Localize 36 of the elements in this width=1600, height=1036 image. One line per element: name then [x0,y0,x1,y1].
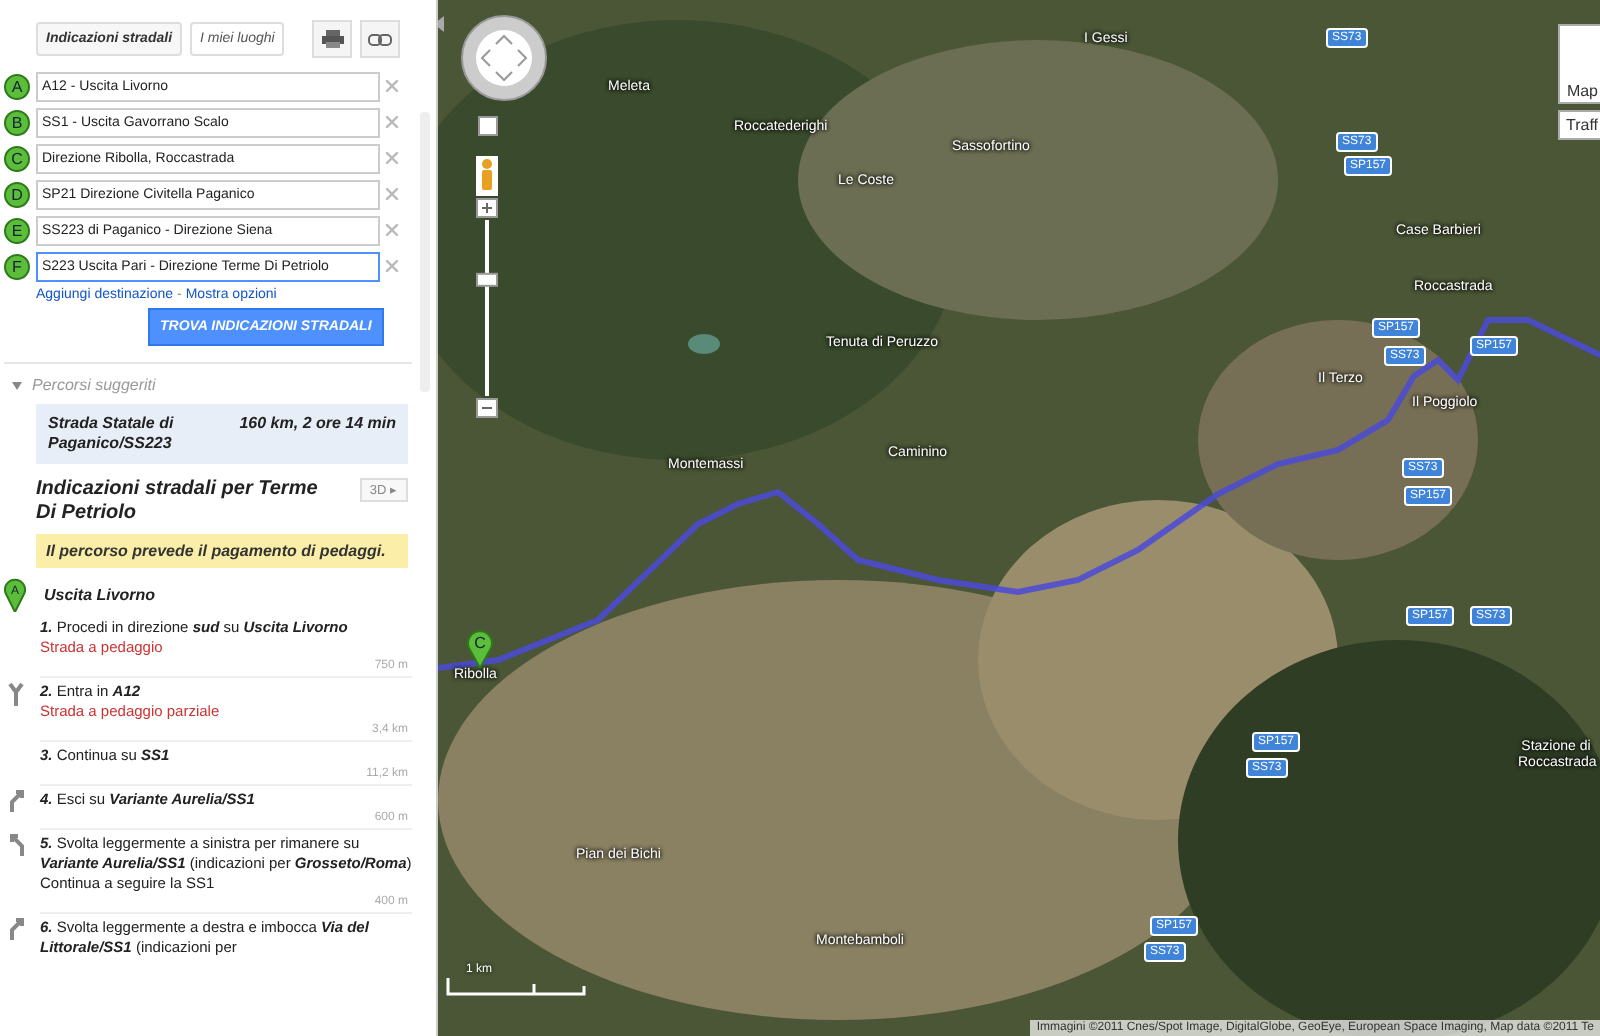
pan-control[interactable] [460,14,548,102]
scale-bar [446,978,586,996]
waypoint-marker: E [4,217,30,243]
toll-notice: Il percorso prevede il pagamento di pedaggi. [36,534,408,568]
collapse-icon[interactable] [12,381,22,389]
route-option[interactable]: Strada Statale di Paganico/SS223 160 km, 2 ore 14 min [36,404,408,464]
map-pin-icon[interactable]: C [466,628,494,668]
zoom-in-icon[interactable] [476,198,498,218]
waypoint-marker: A [4,73,30,99]
remove-icon[interactable] [386,224,398,236]
bear-right-icon [7,790,25,812]
section-heading: Percorsi suggeriti [32,376,156,394]
bear-left-icon [7,834,25,856]
print-icon [321,30,344,48]
link-button[interactable] [360,20,401,58]
waypoint-marker: C [4,145,30,171]
remove-icon[interactable] [386,188,398,200]
zoom-slider[interactable] [476,220,498,396]
start-label: Uscita Livorno [44,586,156,604]
remove-icon[interactable] [386,260,398,272]
traffic-button[interactable]: Traff [1557,110,1600,140]
waypoint-marker: D [4,181,30,207]
directions-title: Indicazioni stradali per Terme Di Petriolo [36,478,320,526]
link-icon [368,33,393,45]
zoom-slider-thumb[interactable] [476,272,498,287]
print-button[interactable] [312,20,353,58]
waypoint-marker: B [4,109,30,135]
bear-right-icon [7,918,25,940]
remove-icon[interactable] [386,152,398,164]
merge-icon [8,682,24,706]
zoom-out-icon[interactable] [476,398,498,418]
map-type-button[interactable]: Map [1558,24,1600,104]
waypoint-marker: F [4,253,30,279]
remove-icon[interactable] [386,80,398,92]
remove-icon[interactable] [386,116,398,128]
reset-button[interactable] [478,116,498,136]
